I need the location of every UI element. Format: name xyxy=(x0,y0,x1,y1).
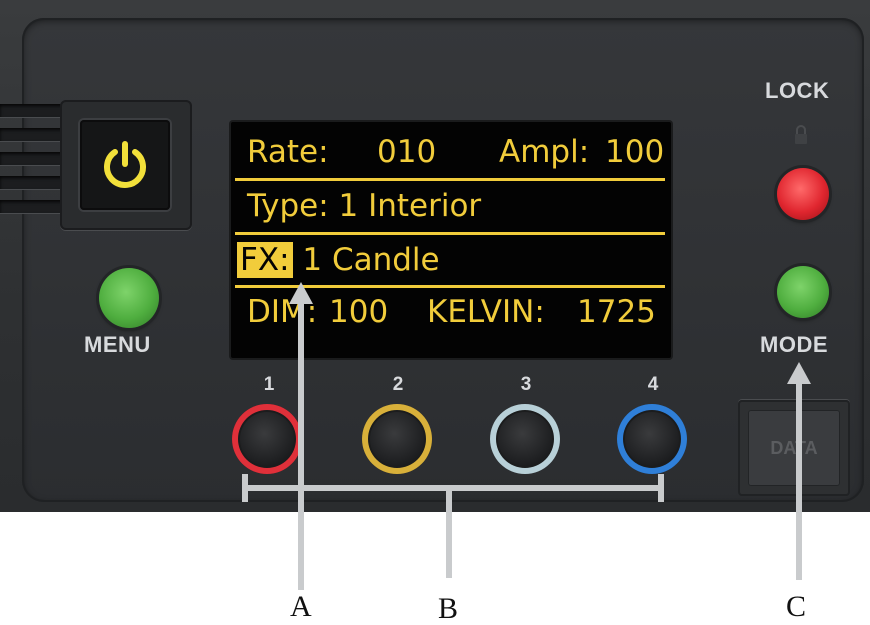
menu-label: MENU xyxy=(84,332,151,357)
callout-b-line xyxy=(446,488,452,578)
soft-key-4-number: 4 xyxy=(647,374,659,395)
data-port-label: DATA xyxy=(748,410,840,486)
rate-label: Rate: xyxy=(247,134,329,170)
rate-value: 010 xyxy=(377,134,437,170)
type-line: Type: 1 Interior xyxy=(247,188,482,224)
soft-key-1[interactable] xyxy=(232,404,302,474)
callout-a-letter: A xyxy=(290,590,312,623)
lcd-display: Rate: 010 Ampl: 100 Type: 1 Interior FX:… xyxy=(231,122,671,358)
callout-b-letter: B xyxy=(438,592,459,625)
ampl-value: 100 xyxy=(605,134,665,170)
lock-button[interactable] xyxy=(777,168,829,220)
kelvin-label: KELVIN: xyxy=(427,294,545,330)
callout-b-bracket-left xyxy=(242,474,248,502)
power-button[interactable] xyxy=(80,120,170,210)
lock-label: LOCK xyxy=(765,78,830,103)
callout-a-line xyxy=(298,296,304,590)
callout-b-bracket-right xyxy=(658,474,664,502)
power-icon xyxy=(104,141,146,188)
fx-value: 1 Candle xyxy=(302,242,440,278)
callout-c-line xyxy=(796,376,802,580)
callout-c-letter: C xyxy=(786,590,807,623)
lock-icon xyxy=(795,125,807,144)
kelvin-value: 1725 xyxy=(577,294,656,330)
mode-button[interactable] xyxy=(777,266,829,318)
display-divider xyxy=(235,178,665,181)
display-divider xyxy=(235,232,665,235)
soft-key-2[interactable] xyxy=(362,404,432,474)
callout-b-bracket xyxy=(242,485,664,491)
ampl-label: Ampl: xyxy=(499,134,590,170)
soft-key-4[interactable] xyxy=(617,404,687,474)
data-port[interactable]: DATA xyxy=(738,400,850,496)
callout-a-arrowhead xyxy=(289,282,313,304)
fx-label-selected: FX: xyxy=(237,242,293,278)
mode-label: MODE xyxy=(760,332,828,357)
soft-key-3-number: 3 xyxy=(520,374,532,395)
soft-key-1-number: 1 xyxy=(263,374,275,395)
menu-button[interactable] xyxy=(99,268,159,328)
dim-value: 100 xyxy=(329,294,389,330)
soft-key-3[interactable] xyxy=(490,404,560,474)
display-line-1: Rate: xyxy=(247,134,329,170)
soft-key-2-number: 2 xyxy=(392,374,404,395)
callout-c-arrowhead xyxy=(787,362,811,384)
fx-line: FX: 1 Candle xyxy=(237,242,440,278)
